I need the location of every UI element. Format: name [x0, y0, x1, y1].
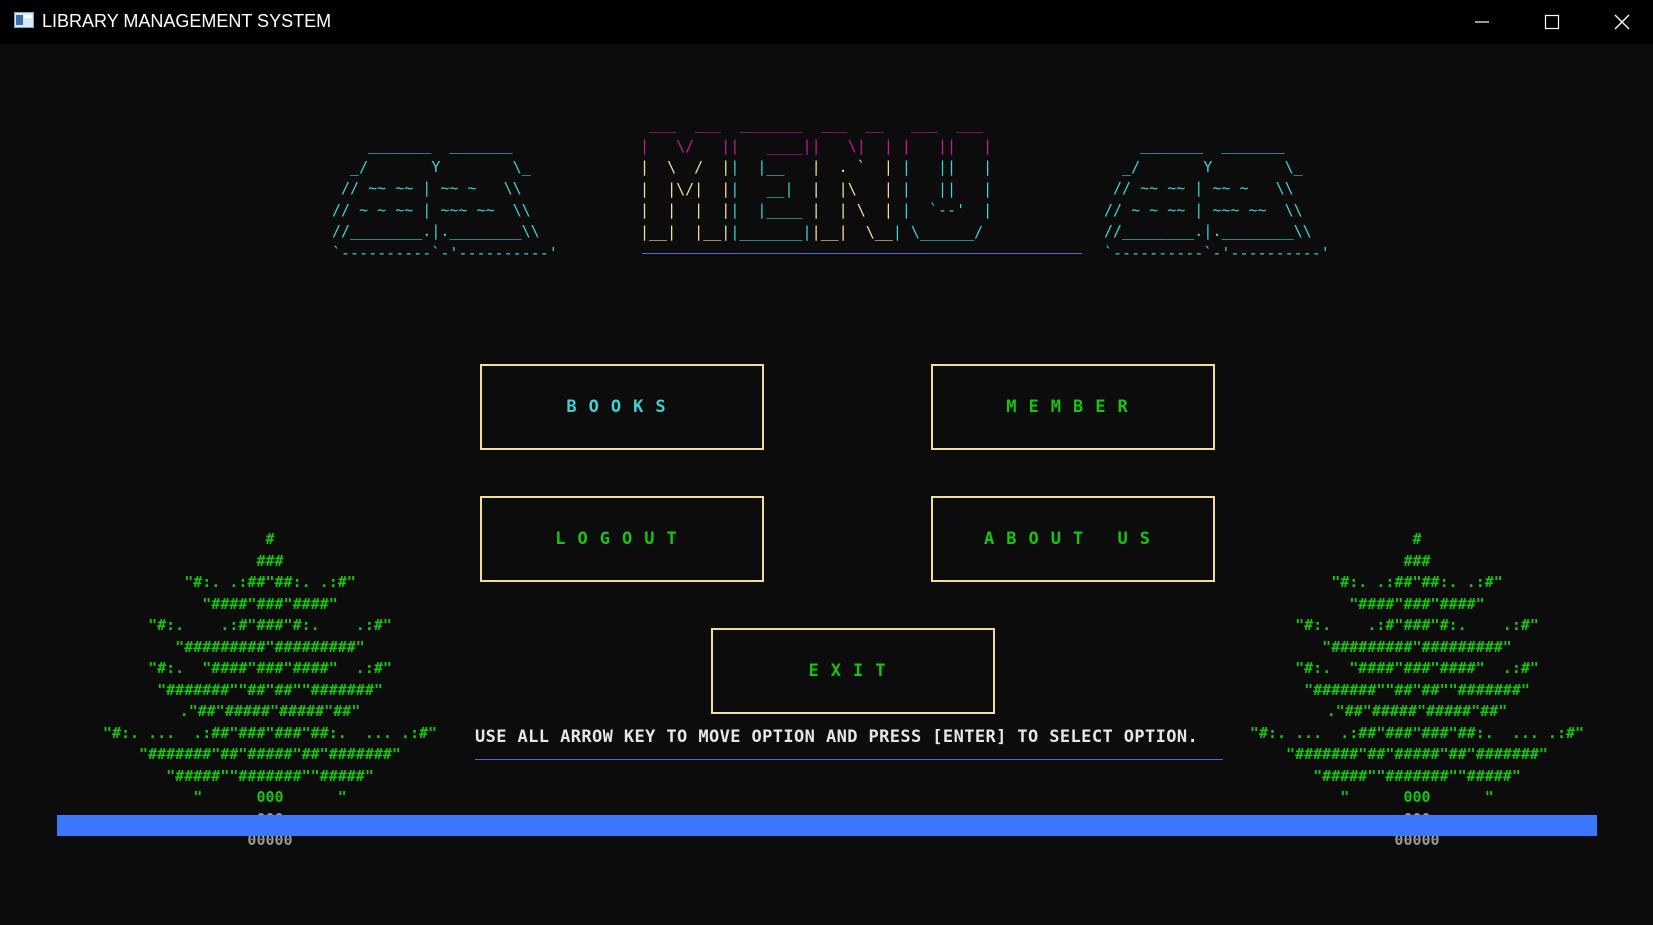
- about-us-option-label: ABOUT US: [984, 529, 1162, 549]
- logout-option-label: LOGOUT: [555, 529, 689, 549]
- window-title: LIBRARY MANAGEMENT SYSTEM: [42, 11, 332, 31]
- maximize-icon: [1544, 14, 1560, 30]
- menu-art-row: | |\/| || __| | |\ | | || |: [640, 179, 993, 198]
- menu-art-row: | \ / || |__ | . ` | | || |: [640, 158, 993, 177]
- menu-title-underline: [642, 253, 1082, 254]
- minimize-icon: [1475, 21, 1489, 23]
- tree-base-right: " 000 ": [1340, 788, 1494, 806]
- instruction-underline: [475, 759, 1223, 760]
- books-option-button[interactable]: BOOKS: [480, 364, 764, 450]
- menu-art-row: | \/ || ____|| \| | | || |: [640, 136, 993, 155]
- book-art-right: _______ _______ _/ Y \_ // ~~ ~~ | ~~ ~ …: [1104, 136, 1330, 262]
- tree-base-left: " 000 ": [193, 788, 347, 806]
- book-art-left: _______ _______ _/ Y \_ // ~~ ~~ | ~~ ~ …: [332, 136, 558, 262]
- menu-title-art: ___ ___ _______ ___ __ ___ ___ | \/ || _…: [640, 114, 992, 244]
- menu-art-row: | | | || |____ | | \ | | `--' |: [640, 201, 993, 220]
- logout-option-button[interactable]: LOGOUT: [480, 496, 764, 582]
- tree-art-right: # ### "#:. .:##"##:. .:#" "####"###"####…: [1207, 529, 1627, 852]
- minimize-button[interactable]: [1447, 0, 1517, 44]
- maximize-button[interactable]: [1517, 0, 1587, 44]
- tree-foliage-left: # ### "#:. .:##"##:. .:#" "####"###"####…: [102, 530, 438, 785]
- books-option-label: BOOKS: [566, 397, 678, 417]
- console-app-icon: [14, 12, 34, 28]
- close-icon: [1614, 14, 1630, 30]
- title-bar: LIBRARY MANAGEMENT SYSTEM: [0, 0, 1653, 44]
- member-option-button[interactable]: MEMBER: [931, 364, 1215, 450]
- exit-option-label: EXIT: [808, 661, 898, 681]
- loading-progress-bar: [57, 815, 1597, 836]
- instruction-text: USE ALL ARROW KEY TO MOVE OPTION AND PRE…: [475, 727, 1199, 747]
- menu-art-row: ___ ___ _______ ___ __ ___ ___: [640, 115, 993, 133]
- tree-foliage-right: # ### "#:. .:##"##:. .:#" "####"###"####…: [1249, 530, 1585, 785]
- loading-progress-fill: [57, 815, 1597, 836]
- exit-option-button[interactable]: EXIT: [711, 628, 995, 714]
- member-option-label: MEMBER: [1006, 397, 1140, 417]
- menu-art-row: |__| |__||_______||__| \__| \______/: [640, 222, 993, 241]
- about-us-option-button[interactable]: ABOUT US: [931, 496, 1215, 582]
- close-button[interactable]: [1587, 0, 1653, 44]
- tree-art-left: # ### "#:. .:##"##:. .:#" "####"###"####…: [60, 529, 480, 852]
